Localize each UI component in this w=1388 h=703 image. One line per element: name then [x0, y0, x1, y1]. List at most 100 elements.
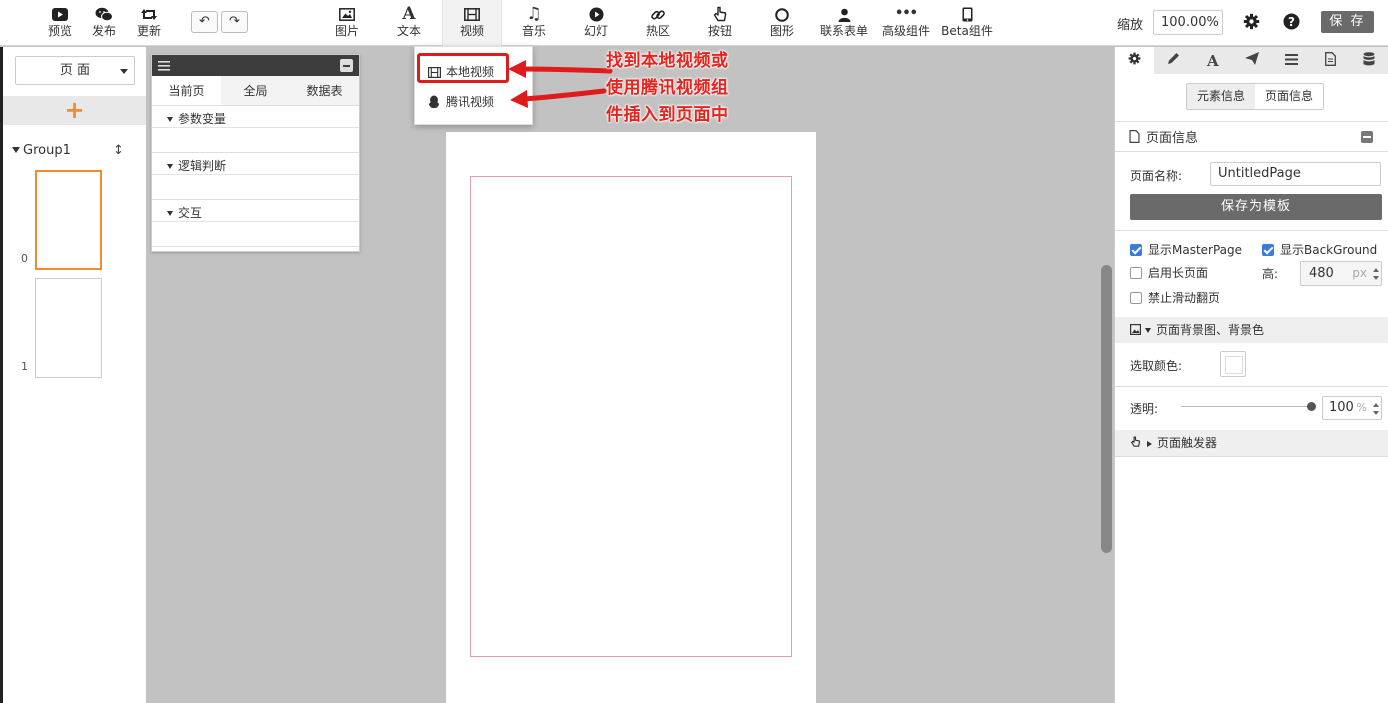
- add-page-button[interactable]: +: [3, 96, 146, 125]
- disable-swipe-checkbox[interactable]: 禁止滑动翻页: [1130, 289, 1220, 306]
- component-shape[interactable]: 图形: [756, 4, 808, 38]
- file-icon: [1324, 51, 1336, 70]
- long-page-checkbox[interactable]: 启用长页面: [1130, 264, 1208, 281]
- page-name-input[interactable]: UntitledPage: [1210, 162, 1381, 186]
- tab-edit[interactable]: [1154, 47, 1193, 74]
- page-trigger-section-header[interactable]: 页面触发器: [1115, 430, 1388, 456]
- component-contact-form[interactable]: 联系表单: [817, 4, 871, 38]
- tab-send[interactable]: [1232, 47, 1271, 74]
- update-button[interactable]: 更新: [123, 4, 175, 38]
- ellipsis-icon: •••: [895, 6, 918, 21]
- page-height-input[interactable]: 480 px: [1300, 261, 1382, 286]
- component-music[interactable]: ♫ 音乐: [508, 4, 560, 38]
- minimize-icon[interactable]: [340, 59, 353, 72]
- component-shape-label: 图形: [769, 24, 794, 38]
- show-master-page-checkbox[interactable]: 显示MasterPage: [1130, 241, 1242, 258]
- page-thumbnails-panel: 页 面 + Group1 ↕ 0 1: [0, 47, 146, 703]
- tab-database[interactable]: [1350, 47, 1388, 74]
- zoom-input[interactable]: 100.00%: [1153, 10, 1223, 35]
- spin-down-icon[interactable]: [1373, 276, 1379, 280]
- top-toolbar: 预览 发布 更新 ↶ ↷ 图片 A 文本 视频 ♫ 音乐 幻灯 热区 按钮 图形: [0, 0, 1388, 46]
- tab-file[interactable]: [1311, 47, 1350, 74]
- page-type-select[interactable]: 页 面: [15, 56, 135, 85]
- annotation-line: 使用腾讯视频组: [606, 78, 729, 98]
- section-interaction[interactable]: 交互: [152, 200, 359, 247]
- link-icon: [632, 4, 684, 24]
- height-unit: px: [1352, 266, 1367, 280]
- component-text[interactable]: A 文本: [383, 4, 435, 38]
- page-info-button[interactable]: 页面信息: [1255, 84, 1324, 109]
- component-hotspot[interactable]: 热区: [632, 4, 684, 38]
- help-icon[interactable]: ?: [1283, 13, 1301, 31]
- settings-gear-icon[interactable]: [1243, 13, 1261, 31]
- undo-icon: ↶: [199, 14, 210, 29]
- film-icon: [446, 4, 498, 24]
- zoom-label: 缩放: [1117, 18, 1144, 33]
- component-beta-label: Beta组件: [941, 24, 993, 38]
- page-height-value: 480: [1309, 266, 1334, 281]
- collapse-icon[interactable]: [1361, 131, 1373, 143]
- background-section-header[interactable]: 页面背景图、背景色: [1115, 317, 1388, 343]
- opacity-slider-handle[interactable]: [1307, 402, 1316, 411]
- film-icon: [428, 67, 442, 81]
- page-thumbnail-index: 0: [21, 252, 28, 265]
- save-as-template-button[interactable]: 保存为模板: [1130, 194, 1382, 220]
- menu-item-tencent-video-label: 腾讯视频: [446, 95, 495, 109]
- caret-down-icon: [167, 117, 173, 122]
- show-background-checkbox[interactable]: 显示BackGround: [1262, 241, 1377, 258]
- section-parameters[interactable]: 参数变量: [152, 106, 359, 153]
- canvas-scrollbar[interactable]: [1101, 265, 1112, 553]
- opacity-input[interactable]: 100 %: [1322, 396, 1382, 420]
- component-beta[interactable]: Beta组件: [939, 4, 995, 38]
- menu-item-tencent-video[interactable]: 腾讯视频: [428, 93, 494, 111]
- background-section-label: 页面背景图、背景色: [1156, 323, 1265, 337]
- component-video[interactable]: 视频: [446, 4, 498, 38]
- image-icon: [1130, 323, 1142, 337]
- variables-panel-header[interactable]: [152, 55, 359, 76]
- save-button[interactable]: 保 存: [1321, 11, 1374, 33]
- checkbox-unchecked-icon: [1130, 267, 1142, 279]
- spin-down-icon[interactable]: [1373, 411, 1379, 415]
- page-name-label: 页面名称:: [1130, 169, 1183, 183]
- component-image-label: 图片: [334, 24, 359, 38]
- tab-current-page[interactable]: 当前页: [152, 76, 221, 105]
- spin-up-icon[interactable]: [1373, 403, 1379, 407]
- opacity-slider[interactable]: [1181, 406, 1311, 407]
- component-image[interactable]: 图片: [321, 4, 373, 38]
- divider: [1115, 456, 1388, 457]
- menu-item-local-video[interactable]: 本地视频: [428, 63, 494, 81]
- component-button-label: 按钮: [707, 24, 732, 38]
- component-advanced[interactable]: ••• 高级组件: [879, 4, 933, 38]
- tab-data-table[interactable]: 数据表: [290, 76, 359, 105]
- caret-down-icon: [167, 164, 173, 169]
- component-slideshow[interactable]: 幻灯: [570, 4, 622, 38]
- list-icon: [1284, 53, 1298, 69]
- background-color-picker[interactable]: [1220, 351, 1246, 377]
- section-logic[interactable]: 逻辑判断: [152, 153, 359, 200]
- pencil-icon: [1167, 52, 1180, 69]
- tab-list[interactable]: [1272, 47, 1311, 74]
- redo-button[interactable]: ↷: [221, 11, 248, 33]
- page-thumbnail-1[interactable]: [35, 278, 102, 378]
- element-info-button[interactable]: 元素信息: [1187, 84, 1255, 109]
- checkbox-unchecked-icon: [1130, 292, 1142, 304]
- tab-settings[interactable]: [1115, 47, 1155, 74]
- menu-icon[interactable]: [158, 60, 170, 71]
- component-contact-form-label: 联系表单: [819, 24, 868, 38]
- resize-vertical-icon[interactable]: ↕: [113, 143, 124, 158]
- divider: [1115, 230, 1388, 231]
- undo-button[interactable]: ↶: [191, 11, 218, 33]
- page-thumbnail-0[interactable]: [35, 170, 102, 270]
- redo-icon: ↷: [229, 14, 240, 29]
- component-advanced-label: 高级组件: [881, 24, 930, 38]
- tab-global[interactable]: 全局: [221, 76, 290, 105]
- component-button[interactable]: 按钮: [694, 4, 746, 38]
- database-icon: [1363, 51, 1375, 70]
- caret-down-icon: [1145, 328, 1151, 333]
- annotation-callout: 找到本地视频或 使用腾讯视频组 件插入到页面中: [606, 48, 776, 129]
- show-master-page-label: 显示MasterPage: [1148, 243, 1243, 257]
- spin-up-icon[interactable]: [1373, 268, 1379, 272]
- tab-font[interactable]: A: [1193, 47, 1232, 74]
- annotation-arrows: [508, 60, 613, 108]
- canvas-safe-area: [470, 176, 792, 657]
